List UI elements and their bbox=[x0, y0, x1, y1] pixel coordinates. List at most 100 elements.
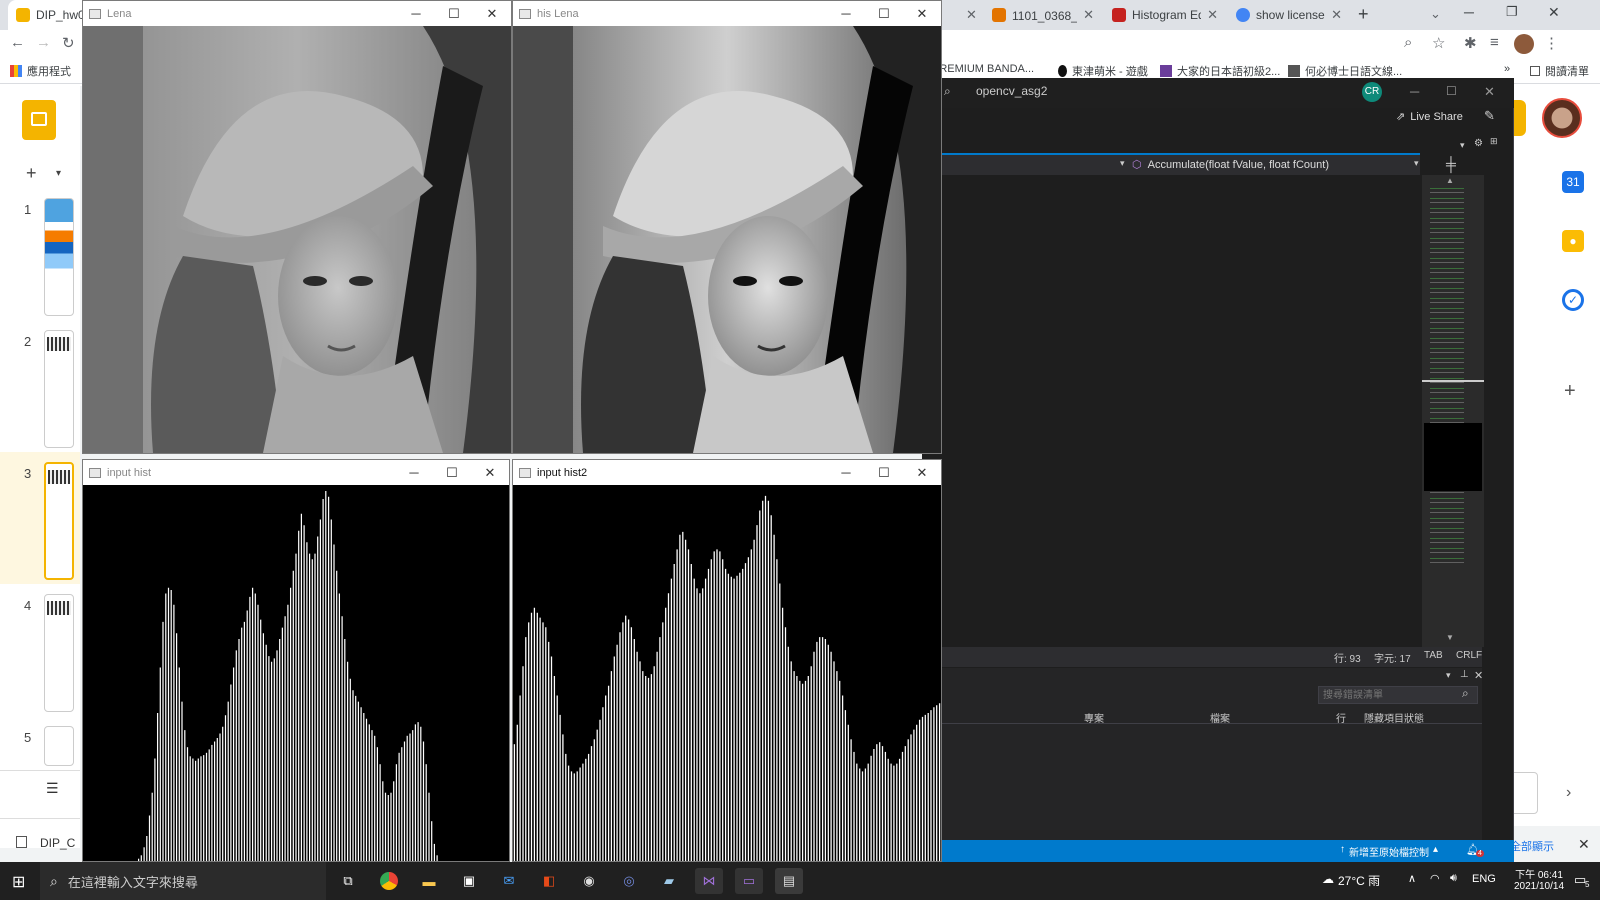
tray-chevron-icon[interactable]: ∧ bbox=[1408, 872, 1416, 885]
slide-thumbnail-4[interactable] bbox=[44, 594, 74, 712]
split-editor-icon[interactable]: ╪ bbox=[1446, 156, 1456, 172]
profile-avatar[interactable] bbox=[1514, 34, 1534, 54]
mail-icon[interactable]: ✉ bbox=[495, 868, 523, 894]
add-addon-plus-icon[interactable]: + bbox=[1564, 380, 1576, 403]
tab-show-license[interactable]: show license pl ✕ bbox=[1228, 0, 1350, 30]
bookmark-premium-banda[interactable]: PREMIUM BANDA... bbox=[932, 63, 1034, 75]
vs-close-icon[interactable]: ✕ bbox=[1484, 84, 1495, 100]
maximize-icon[interactable]: ☐ bbox=[865, 1, 903, 26]
keep-icon[interactable]: ● bbox=[1562, 230, 1584, 252]
bookmark-japanese[interactable]: 大家的日本語初級2... bbox=[1160, 63, 1280, 79]
download-filename[interactable]: DIP_C bbox=[40, 836, 75, 850]
bookmark-doctor[interactable]: 何必博士日語文線... bbox=[1288, 63, 1402, 79]
column-line[interactable]: 行 bbox=[1336, 710, 1346, 725]
back-arrow-icon[interactable]: ← bbox=[10, 34, 25, 51]
chrome-menu-icon[interactable]: ⋮ bbox=[1544, 34, 1559, 52]
minimize-icon[interactable]: ─ bbox=[827, 1, 865, 26]
input-hist2-window[interactable]: input hist2 ─ ☐ ✕ bbox=[512, 459, 942, 862]
window-close-icon[interactable]: ✕ bbox=[1548, 4, 1560, 21]
task-view-icon[interactable]: ⧉ bbox=[334, 868, 362, 894]
panel-pin-icon[interactable]: ⊥ bbox=[1460, 669, 1469, 680]
discord-icon[interactable]: ◎ bbox=[615, 868, 643, 894]
window-minimize-icon[interactable]: ─ bbox=[1464, 4, 1474, 20]
cursor-line[interactable]: 行: 93 bbox=[1334, 650, 1361, 665]
steam-icon[interactable]: ◉ bbox=[575, 868, 603, 894]
code-editor[interactable] bbox=[922, 175, 1420, 647]
dropdown-arrow-icon[interactable]: ▾ bbox=[1120, 158, 1125, 169]
chrome-taskbar-icon[interactable] bbox=[375, 868, 403, 894]
error-list-search-input[interactable] bbox=[1318, 686, 1478, 704]
maximize-icon[interactable]: ☐ bbox=[435, 1, 473, 26]
slides-logo[interactable] bbox=[22, 100, 56, 140]
windows-start-icon[interactable]: ⊞ bbox=[12, 872, 25, 892]
cursor-char[interactable]: 字元: 17 bbox=[1374, 650, 1411, 665]
lena-window[interactable]: Lena ─ ☐ ✕ bbox=[82, 0, 512, 454]
panel-close-icon[interactable]: ✕ bbox=[1474, 669, 1483, 682]
media-control-icon[interactable]: ≡ bbox=[1490, 34, 1499, 51]
solution-explorer-tab[interactable]: ⊞ bbox=[1490, 136, 1500, 146]
input-hist2-titlebar[interactable]: input hist2 ─ ☐ ✕ bbox=[513, 460, 941, 485]
input-hist-titlebar[interactable]: input hist ─ ☐ ✕ bbox=[83, 460, 509, 485]
close-icon[interactable]: ✕ bbox=[471, 460, 509, 485]
maximize-icon[interactable]: ☐ bbox=[433, 460, 471, 485]
close-downloads-icon[interactable]: ✕ bbox=[1578, 836, 1590, 853]
vs-avatar[interactable]: CR bbox=[1362, 82, 1382, 102]
panel-dropdown-icon[interactable]: ▾ bbox=[1446, 670, 1451, 681]
bookmark-game[interactable]: 東津萌米 - 遊戲 bbox=[1058, 63, 1148, 79]
slide-thumbnail-1[interactable] bbox=[44, 198, 74, 316]
bookmark-apps[interactable]: 應用程式 bbox=[10, 63, 71, 79]
close-icon[interactable]: ✕ bbox=[903, 460, 941, 485]
line-ending[interactable]: CRLF bbox=[1456, 650, 1482, 661]
member-dropdown[interactable]: ⬡ Accumulate(float fValue, float fCount) bbox=[1132, 158, 1329, 172]
tab-search-chevron-icon[interactable]: ⌄ bbox=[1430, 6, 1441, 22]
column-suppression-state[interactable]: 隱藏項目狀態 bbox=[1364, 710, 1424, 725]
account-avatar[interactable] bbox=[1542, 98, 1582, 138]
close-tab-icon[interactable]: ✕ bbox=[966, 7, 977, 23]
slide-thumbnail-3[interactable] bbox=[44, 462, 74, 580]
taskbar-search-box[interactable]: ⌕ 在這裡輸入文字來搜尋 bbox=[40, 862, 326, 900]
clock[interactable]: 下午 06:41 2021/10/14 bbox=[1508, 866, 1570, 892]
reload-icon[interactable]: ↻ bbox=[62, 34, 75, 52]
minimize-icon[interactable]: ─ bbox=[397, 1, 435, 26]
slide-thumbnail-2[interactable] bbox=[44, 330, 74, 448]
close-icon[interactable]: ✕ bbox=[473, 1, 511, 26]
close-tab-icon[interactable]: ✕ bbox=[1207, 7, 1218, 23]
console-icon[interactable]: ▭ bbox=[735, 868, 763, 894]
bookmark-star-icon[interactable]: ☆ bbox=[1432, 34, 1445, 52]
window-restore-icon[interactable]: ❐ bbox=[1506, 4, 1518, 20]
tab-1101-0368[interactable]: 1101_0368_數位 ✕ bbox=[984, 0, 1102, 30]
input-language[interactable]: ENG bbox=[1472, 873, 1496, 885]
vs-minimize-icon[interactable]: ─ bbox=[1410, 84, 1419, 99]
his-lena-window[interactable]: his Lena ─ ☐ ✕ bbox=[512, 0, 942, 454]
office-icon[interactable]: ◧ bbox=[535, 868, 563, 894]
live-share-button[interactable]: ⇗ Live Share bbox=[1396, 110, 1463, 124]
vs-maximize-icon[interactable]: ☐ bbox=[1446, 84, 1457, 98]
new-slide-button[interactable]: + bbox=[26, 163, 37, 184]
overflow-chevron-icon[interactable]: » bbox=[1504, 63, 1510, 75]
weather-widget[interactable]: ☁︎ 27°C 雨 bbox=[1322, 872, 1380, 889]
reading-list[interactable]: 閱讀清單 bbox=[1530, 63, 1589, 79]
slide-thumbnail-5[interactable] bbox=[44, 726, 74, 766]
calendar-icon[interactable]: 31 bbox=[1562, 171, 1584, 193]
pin-feedback-icon[interactable]: ✎ bbox=[1484, 108, 1495, 124]
tab-histogram-equ[interactable]: Histogram Equ ✕ bbox=[1104, 0, 1226, 30]
wifi-icon[interactable]: ◠ bbox=[1430, 872, 1440, 885]
visual-studio-icon[interactable]: ⋈ bbox=[695, 868, 723, 894]
extensions-puzzle-icon[interactable]: ✱ bbox=[1464, 34, 1477, 52]
grid-view-icon[interactable]: ☰ bbox=[46, 780, 59, 797]
his-lena-titlebar[interactable]: his Lena ─ ☐ ✕ bbox=[513, 1, 941, 26]
column-file[interactable]: 檔案 bbox=[1210, 710, 1230, 725]
close-tab-icon[interactable]: ✕ bbox=[1083, 7, 1094, 23]
dropdown-arrow-icon[interactable]: ▾ bbox=[1414, 158, 1419, 169]
opencv-window-icon[interactable]: ▤ bbox=[775, 868, 803, 894]
close-icon[interactable]: ✕ bbox=[903, 1, 941, 26]
scroll-up-arrow-icon[interactable]: ▲ bbox=[1446, 176, 1454, 185]
notepad-icon[interactable]: ▰ bbox=[655, 868, 683, 894]
indent-mode[interactable]: TAB bbox=[1424, 650, 1443, 661]
tasks-icon[interactable]: ✓ bbox=[1562, 289, 1584, 311]
forward-arrow-icon[interactable]: → bbox=[36, 34, 51, 51]
scroll-down-arrow-icon[interactable]: ▼ bbox=[1446, 633, 1454, 642]
dropdown-arrow-icon[interactable]: ▾ bbox=[1460, 140, 1465, 151]
maximize-icon[interactable]: ☐ bbox=[865, 460, 903, 485]
show-all-link[interactable]: 全部顯示 bbox=[1510, 838, 1554, 854]
